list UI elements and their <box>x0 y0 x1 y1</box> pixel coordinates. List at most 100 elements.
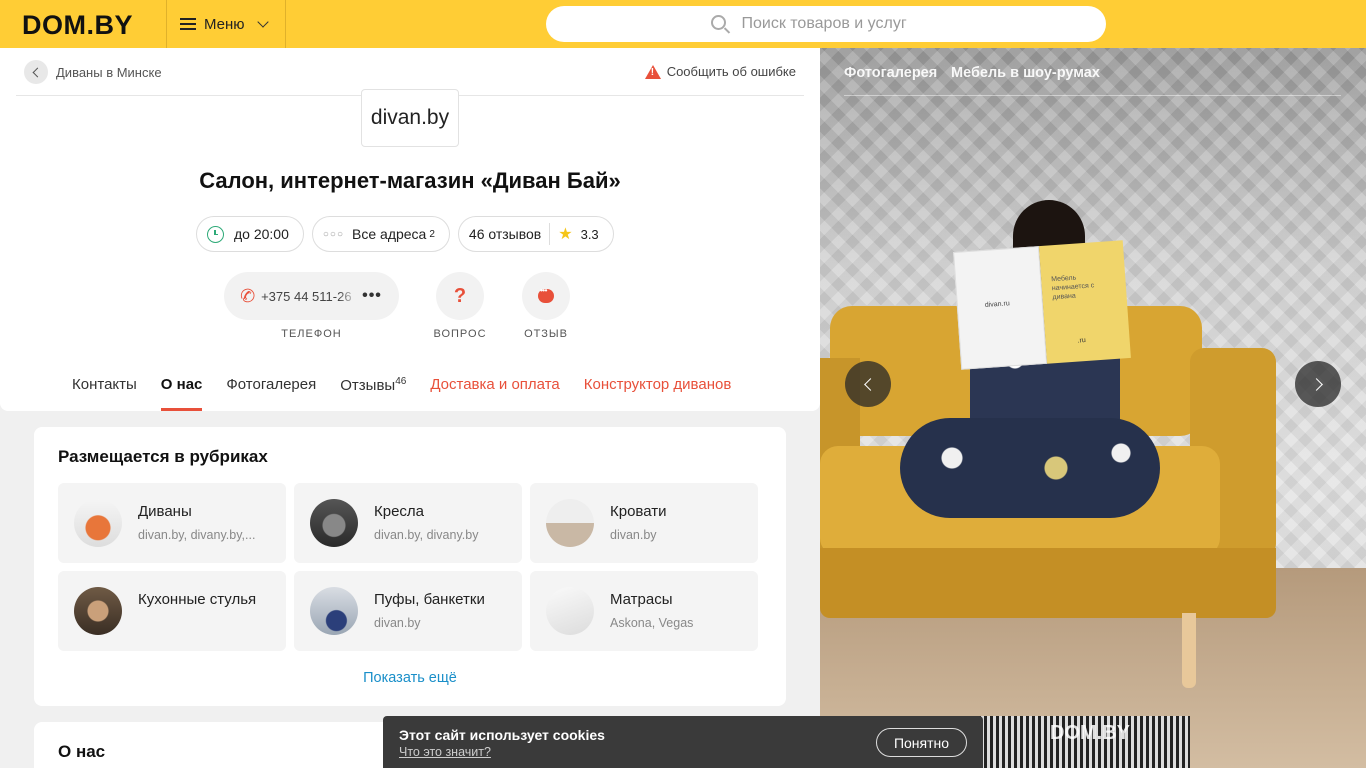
rubric-name: Кровати <box>610 503 667 520</box>
company-card: Диваны в Минске Сообщить об ошибке divan… <box>0 48 820 411</box>
photo-tabs: Фотогалерея Мебель в шоу-румах <box>820 48 1366 96</box>
book-right-text: Мебель начинается с дивана <box>1051 274 1095 302</box>
addresses-label: Все адреса <box>352 226 427 242</box>
question-label: ВОПРОС <box>433 328 487 340</box>
warning-icon <box>644 64 661 79</box>
question-button[interactable]: ? <box>436 272 484 320</box>
rubric-name: Кухонные стулья <box>138 591 257 608</box>
sofa-leg <box>1182 613 1196 688</box>
rubric-item[interactable]: Матрасы Askona, Vegas <box>530 571 758 651</box>
next-photo-button[interactable] <box>1295 361 1341 407</box>
rubric-sub: divan.by <box>374 616 421 630</box>
review-button[interactable] <box>522 272 570 320</box>
info-chips: до 20:00 ○○○ Все адреса 2 46 отзывов ★ 3… <box>196 216 614 252</box>
cookie-banner: Этот сайт использует cookies Что это зна… <box>383 716 983 768</box>
hours-label: до 20:00 <box>234 226 289 242</box>
tab-about[interactable]: О нас <box>160 363 202 411</box>
cookie-info-link[interactable]: Что это значит? <box>399 745 491 759</box>
phone-icon: ✆ <box>238 284 257 307</box>
tab-showrooms[interactable]: Мебель в шоу-румах <box>951 65 1100 81</box>
star-icon: ★ <box>558 226 573 243</box>
tab-reviews-count: 46 <box>395 376 407 387</box>
hamburger-icon <box>180 18 196 30</box>
rubric-sub: Askona, Vegas <box>610 616 694 630</box>
tab-gallery[interactable]: Фотогалерея <box>226 363 316 411</box>
tab-constructor[interactable]: Конструктор диванов <box>584 363 732 411</box>
rubric-item[interactable]: Кровати divan.by <box>530 483 758 563</box>
chair-thumbnail <box>74 587 122 635</box>
phone-button[interactable]: ✆ +375 44 511-26 ••• <box>224 272 399 320</box>
hours-chip[interactable]: до 20:00 <box>196 216 304 252</box>
rubric-item[interactable]: Кресла divan.by, divany.by <box>294 483 522 563</box>
menu-label: Меню <box>204 15 245 33</box>
cookie-accept-button[interactable]: Понятно <box>876 728 967 757</box>
search-icon <box>710 15 726 30</box>
top-bar: DOM.BY Меню <box>0 0 1366 48</box>
rating-value: 3.3 <box>580 226 599 242</box>
chip-separator <box>549 223 551 245</box>
watermark-logo: DOM.BY <box>1050 722 1130 744</box>
rubric-sub: divan.by, divany.by,... <box>138 528 256 542</box>
rubric-name: Кресла <box>374 503 425 520</box>
more-dots-icon[interactable]: ••• <box>362 287 382 305</box>
chevron-down-icon <box>256 15 269 28</box>
book: divan.ru Мебель начинается с дивана .ru <box>953 240 1131 370</box>
tab-reviews-label: Отзывы <box>340 377 396 394</box>
rubrics-title: Размещается в рубриках <box>58 447 268 466</box>
search-bar[interactable] <box>546 6 1106 42</box>
book-brand-text: .ru <box>1077 337 1087 345</box>
phone-number: +375 44 511-26 <box>261 288 352 304</box>
contact-actions: ✆ +375 44 511-26 ••• ТЕЛЕФОН ? ВОПРОС ОТ… <box>0 272 820 342</box>
about-title: О нас <box>58 742 106 761</box>
dots-icon: ○○○ <box>322 228 345 240</box>
rubrics-grid: Диваны divan.by, divany.by,... Кресла di… <box>58 483 758 651</box>
rubric-item[interactable]: Кухонные стулья <box>58 571 286 651</box>
report-error-label: Сообщить об ошибке <box>666 64 796 79</box>
rubric-sub: divan.by <box>610 528 657 542</box>
show-more-link[interactable]: Показать ещё <box>34 670 786 686</box>
chat-bubble-icon <box>538 286 554 303</box>
company-tabs: Контакты О нас Фотогалерея Отзывы46 Дост… <box>72 363 731 411</box>
tab-reviews[interactable]: Отзывы46 <box>340 363 406 411</box>
chevron-right-icon <box>1309 377 1323 391</box>
sofa-base <box>820 548 1276 618</box>
reviews-label: 46 отзывов <box>468 226 542 242</box>
report-error-link[interactable]: Сообщить об ошибке <box>644 64 796 79</box>
tab-photo-gallery[interactable]: Фотогалерея <box>844 65 937 81</box>
page-title: Салон, интернет-магазин «Диван Бай» <box>199 168 621 193</box>
addresses-chip[interactable]: ○○○ Все адреса 2 <box>311 216 450 252</box>
rubric-name: Диваны <box>138 503 192 520</box>
photo-gallery[interactable]: divan.ru Мебель начинается с дивана .ru … <box>820 48 1366 768</box>
phone-label: ТЕЛЕФОН <box>281 328 342 340</box>
search-input[interactable] <box>741 15 942 33</box>
menu-button[interactable]: Меню <box>166 0 286 48</box>
person-legs <box>900 418 1160 518</box>
reviews-chip[interactable]: 46 отзывов ★ 3.3 <box>457 216 614 252</box>
prev-photo-button[interactable] <box>845 361 891 407</box>
rubric-name: Пуфы, банкетки <box>374 591 485 608</box>
sofa-thumbnail <box>74 499 122 547</box>
chevron-left-icon <box>863 377 877 391</box>
cookie-title: Этот сайт использует cookies <box>399 727 605 743</box>
rubric-item[interactable]: Пуфы, банкетки divan.by <box>294 571 522 651</box>
breadcrumb-label[interactable]: Диваны в Минске <box>56 65 162 80</box>
photo-tabs-divider <box>844 95 1341 96</box>
company-logo: divan.by <box>361 89 459 147</box>
rubric-item[interactable]: Диваны divan.by, divany.by,... <box>58 483 286 563</box>
rubrics-card: Размещается в рубриках Диваны divan.by, … <box>34 427 786 706</box>
armchair-thumbnail <box>310 499 358 547</box>
tab-contacts[interactable]: Контакты <box>72 363 137 411</box>
bed-thumbnail <box>546 499 594 547</box>
tab-delivery[interactable]: Доставка и оплата <box>430 363 559 411</box>
back-arrow-icon[interactable] <box>24 60 48 84</box>
question-icon: ? <box>453 284 467 307</box>
breadcrumb[interactable]: Диваны в Минске <box>24 60 162 84</box>
addresses-count: 2 <box>429 228 435 240</box>
review-label: ОТЗЫВ <box>524 328 568 340</box>
site-logo[interactable]: DOM.BY <box>22 10 133 41</box>
rubric-sub: divan.by, divany.by <box>374 528 479 542</box>
clock-icon <box>207 225 224 243</box>
pouf-thumbnail <box>310 587 358 635</box>
mattress-thumbnail <box>546 587 594 635</box>
rubric-name: Матрасы <box>610 591 673 608</box>
